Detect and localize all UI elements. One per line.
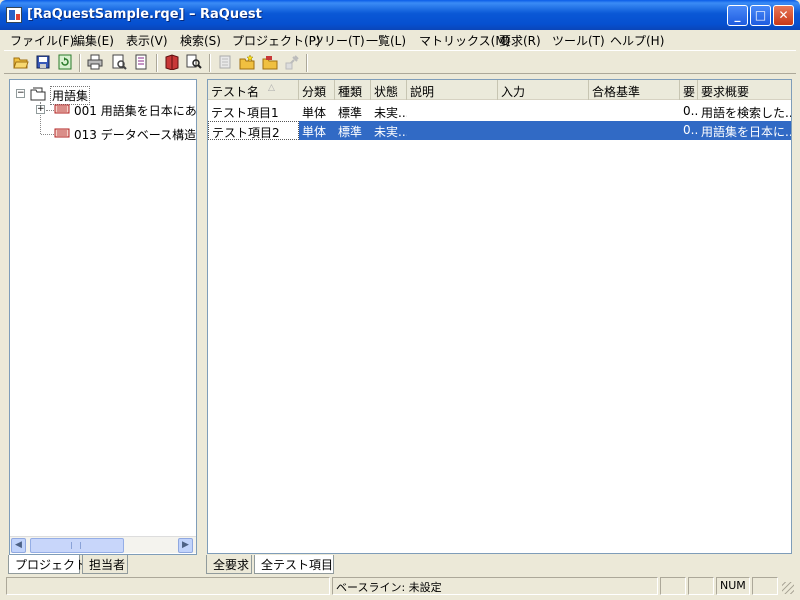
table-cell: 未実... — [374, 106, 407, 120]
table-cell: 標準 — [338, 106, 363, 120]
list-header: テスト名 △ 分類 種類 状態 説明 入力 合格基準 要 要求概要 — [208, 80, 791, 100]
app-icon[interactable] — [6, 7, 22, 23]
menu-tree[interactable]: ツリー(T) — [312, 32, 365, 49]
sort-ascending-icon: △ — [268, 83, 275, 93]
menu-view[interactable]: 表示(V) — [126, 32, 168, 49]
tab-all-test-items[interactable]: 全テスト項目 — [254, 555, 334, 574]
table-cell — [407, 102, 498, 121]
table-cell — [589, 121, 680, 140]
baseline-status: ベースライン: 未設定 — [332, 577, 658, 595]
refresh-icon[interactable] — [57, 54, 73, 70]
table-cell: 用語集を日本に... — [701, 125, 792, 139]
folder-icon — [30, 87, 46, 101]
scroll-right-icon[interactable]: ▶ — [178, 538, 193, 553]
project-pane: − 用語集 + 001 用語集を日本にあっ 013 データベース構造に ◀ ▶ … — [4, 74, 200, 574]
minimize-button[interactable]: _ — [727, 5, 748, 26]
num-lock-indicator: NUM — [716, 577, 750, 595]
title-bar: [RaQuestSample.rqe] – RaQuest _ □ ✕ — [0, 0, 800, 30]
table-cell — [498, 102, 589, 121]
menu-bar: ファイル(F) 編集(E) 表示(V) 検索(S) プロジェクト(P) ツリー(… — [4, 30, 796, 50]
folder-icon[interactable] — [262, 54, 278, 70]
column-header[interactable]: 分類 — [299, 80, 335, 100]
book-icon[interactable] — [164, 54, 180, 70]
column-header[interactable]: 説明 — [407, 80, 498, 100]
list-pane: テスト名 △ 分類 種類 状態 説明 入力 合格基準 要 要求概要 テスト項目1 … — [204, 74, 796, 574]
column-header[interactable]: 入力 — [498, 80, 589, 100]
print-icon[interactable] — [87, 54, 103, 70]
status-bar: ベースライン: 未設定 NUM — [4, 576, 796, 596]
table-row-selected[interactable]: テスト項目2 単体 標準 未実... 0... 用語集を日本に... — [208, 121, 792, 140]
collapse-toggle[interactable]: − — [16, 89, 25, 98]
toolbar-separator — [156, 54, 158, 72]
menu-edit[interactable]: 編集(E) — [73, 32, 114, 49]
new-folder-icon[interactable] — [239, 54, 255, 70]
column-header[interactable]: テスト名 △ — [208, 80, 299, 100]
table-cell — [589, 102, 680, 121]
column-header[interactable]: 合格基準 — [589, 80, 680, 100]
scroll-left-icon[interactable]: ◀ — [11, 538, 26, 553]
save-icon[interactable] — [35, 54, 51, 70]
toolbar-separator — [79, 54, 81, 72]
table-cell: 用語を検索した... — [701, 106, 792, 120]
table-cell: 単体 — [302, 106, 327, 120]
status-panel — [752, 577, 778, 595]
table-cell: 未実... — [374, 125, 407, 139]
menu-search[interactable]: 検索(S) — [180, 32, 221, 49]
maximize-button[interactable]: □ — [750, 5, 771, 26]
table-cell — [498, 121, 589, 140]
column-header[interactable]: 状態 — [371, 80, 407, 100]
menu-project[interactable]: プロジェクト(P) — [232, 32, 321, 49]
table-cell — [407, 121, 498, 140]
menu-file[interactable]: ファイル(F) — [10, 32, 74, 49]
toolbar — [4, 50, 796, 74]
menu-help[interactable]: ヘルプ(H) — [610, 32, 664, 49]
table-cell: 0... — [683, 104, 698, 118]
toolbar-separator — [306, 54, 308, 72]
horizontal-scrollbar[interactable]: ◀ ▶ — [10, 536, 196, 553]
open-folder-icon[interactable] — [13, 54, 29, 70]
column-header[interactable]: 種類 — [335, 80, 371, 100]
column-header[interactable]: 要 — [680, 80, 698, 100]
menu-tools[interactable]: ツール(T) — [552, 32, 605, 49]
properties-icon — [219, 55, 231, 69]
tree-item-label: 013 データベース構造に — [74, 128, 197, 142]
search-icon[interactable] — [186, 54, 202, 70]
tab-project[interactable]: プロジェクト — [8, 555, 87, 574]
scroll-thumb[interactable] — [30, 538, 124, 553]
status-panel — [6, 577, 330, 595]
menu-matrix[interactable]: マトリックス(M) — [419, 32, 510, 49]
table-cell: テスト項目2 — [208, 121, 299, 140]
requirement-icon — [54, 104, 70, 114]
status-panel — [660, 577, 686, 595]
settings-icon — [285, 55, 299, 70]
table-cell: テスト項目1 — [211, 106, 279, 120]
expand-toggle[interactable]: + — [36, 105, 45, 114]
table-cell: 単体 — [302, 125, 327, 139]
table-cell: 0... — [683, 123, 698, 137]
menu-list[interactable]: 一覧(L) — [366, 32, 406, 49]
tab-all-requirements[interactable]: 全要求 — [206, 555, 252, 574]
toolbar-separator — [209, 54, 211, 72]
print-preview-icon[interactable] — [111, 54, 127, 70]
menu-requirement[interactable]: 要求(R) — [499, 32, 541, 49]
tab-assignee[interactable]: 担当者 — [82, 555, 128, 574]
table-cell: 標準 — [338, 125, 363, 139]
project-tree[interactable]: − 用語集 + 001 用語集を日本にあっ 013 データベース構造に — [9, 79, 197, 555]
status-panel — [688, 577, 714, 595]
table-row[interactable]: テスト項目1 単体 標準 未実... 0... 用語を検索した... — [208, 102, 792, 121]
test-list[interactable]: テスト名 △ 分類 種類 状態 説明 入力 合格基準 要 要求概要 テスト項目1 … — [207, 79, 792, 554]
close-button[interactable]: ✕ — [773, 5, 794, 26]
tree-item-label: 001 用語集を日本にあっ — [74, 104, 197, 118]
resize-grip-icon[interactable] — [782, 582, 794, 594]
requirement-icon — [54, 128, 70, 138]
document-icon[interactable] — [133, 54, 149, 70]
window-title: [RaQuestSample.rqe] – RaQuest — [27, 7, 262, 22]
column-header[interactable]: 要求概要 — [698, 80, 791, 100]
